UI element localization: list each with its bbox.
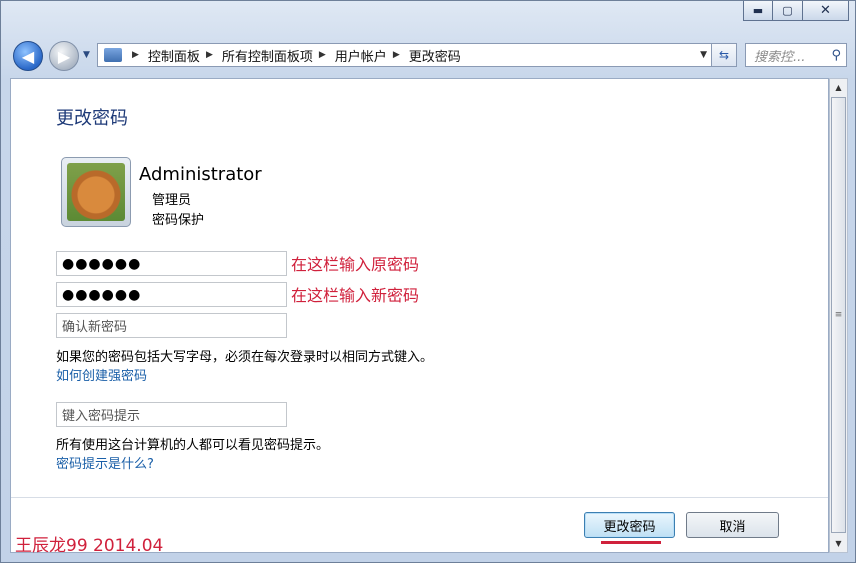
chevron-right-icon[interactable]: ▶ xyxy=(319,50,326,60)
refresh-button[interactable]: ⇆ xyxy=(711,43,737,67)
vertical-scrollbar[interactable]: ▲ ≡ ▼ xyxy=(829,78,848,553)
avatar xyxy=(61,157,131,227)
forward-arrow-icon: ▶ xyxy=(57,46,71,66)
breadcrumb-all-items[interactable]: 所有控制面板项 xyxy=(222,46,313,65)
user-name: Administrator xyxy=(139,164,262,185)
back-button[interactable]: ◀ xyxy=(13,41,43,71)
breadcrumb-user-accounts[interactable]: 用户帐户 xyxy=(335,46,387,65)
dog-avatar-icon xyxy=(67,163,125,221)
chevron-right-icon[interactable]: ▶ xyxy=(132,50,139,60)
password-hint-field[interactable]: 键入密码提示 xyxy=(56,402,287,427)
strong-password-link[interactable]: 如何创建强密码 xyxy=(56,365,147,384)
maximize-button[interactable]: ▢ xyxy=(773,1,803,21)
emphasis-underline xyxy=(601,541,661,544)
current-password-annotation: 在这栏输入原密码 xyxy=(291,255,420,274)
forward-button[interactable]: ▶ xyxy=(49,41,79,71)
search-input[interactable]: 搜索控... ⚲ xyxy=(745,43,847,67)
footer-divider xyxy=(11,497,828,498)
chevron-right-icon[interactable]: ▶ xyxy=(206,50,213,60)
new-password-field[interactable]: ●●●●●● xyxy=(56,282,287,307)
content-pane: 更改密码 Administrator 管理员 密码保护 ●●●●●● 在这栏输入… xyxy=(10,78,829,553)
scrollbar-thumb[interactable]: ≡ xyxy=(831,97,846,533)
page-title: 更改密码 xyxy=(56,108,128,129)
user-role: 管理员 xyxy=(152,193,192,208)
change-password-button[interactable]: 更改密码 xyxy=(584,512,675,538)
scroll-up-icon[interactable]: ▲ xyxy=(830,79,847,96)
case-sensitivity-note: 如果您的密码包括大写字母，必须在每次登录时以相同方式键入。 xyxy=(56,350,434,365)
address-bar[interactable]: ▶ 控制面板 ▶ 所有控制面板项 ▶ 用户帐户 ▶ 更改密码 ▼ xyxy=(97,43,714,67)
history-dropdown-icon[interactable]: ▼ xyxy=(83,50,90,60)
window-controls: ▬ ▢ ✕ xyxy=(743,1,849,21)
address-dropdown-icon[interactable]: ▼ xyxy=(700,50,707,60)
navigation-bar: ◀ ▶ ▼ ▶ 控制面板 ▶ 所有控制面板项 ▶ 用户帐户 ▶ 更改密码 ▼ ⇆… xyxy=(11,39,847,73)
control-panel-icon xyxy=(104,48,122,62)
user-password-status: 密码保护 xyxy=(152,213,205,228)
password-hint-link[interactable]: 密码提示是什么? xyxy=(56,453,154,472)
current-password-field[interactable]: ●●●●●● xyxy=(56,251,287,276)
close-button[interactable]: ✕ xyxy=(803,1,849,21)
new-password-annotation: 在这栏输入新密码 xyxy=(291,286,420,305)
window-frame: ▬ ▢ ✕ ◀ ▶ ▼ ▶ 控制面板 ▶ 所有控制面板项 ▶ 用户帐户 ▶ 更改… xyxy=(0,0,856,563)
scroll-down-icon[interactable]: ▼ xyxy=(830,535,847,552)
confirm-password-field[interactable]: 确认新密码 xyxy=(56,313,287,338)
search-placeholder: 搜索控... xyxy=(754,49,806,65)
refresh-icon: ⇆ xyxy=(718,48,730,62)
cancel-button[interactable]: 取消 xyxy=(686,512,779,538)
search-icon[interactable]: ⚲ xyxy=(831,48,841,63)
author-signature: 王辰龙99 2014.04 xyxy=(15,536,164,556)
back-arrow-icon: ◀ xyxy=(21,46,35,66)
minimize-button[interactable]: ▬ xyxy=(743,1,773,21)
breadcrumb-change-password[interactable]: 更改密码 xyxy=(409,46,461,65)
hint-visibility-note: 所有使用这台计算机的人都可以看见密码提示。 xyxy=(56,438,330,453)
chevron-right-icon[interactable]: ▶ xyxy=(393,50,400,60)
breadcrumb-control-panel[interactable]: 控制面板 xyxy=(148,46,200,65)
